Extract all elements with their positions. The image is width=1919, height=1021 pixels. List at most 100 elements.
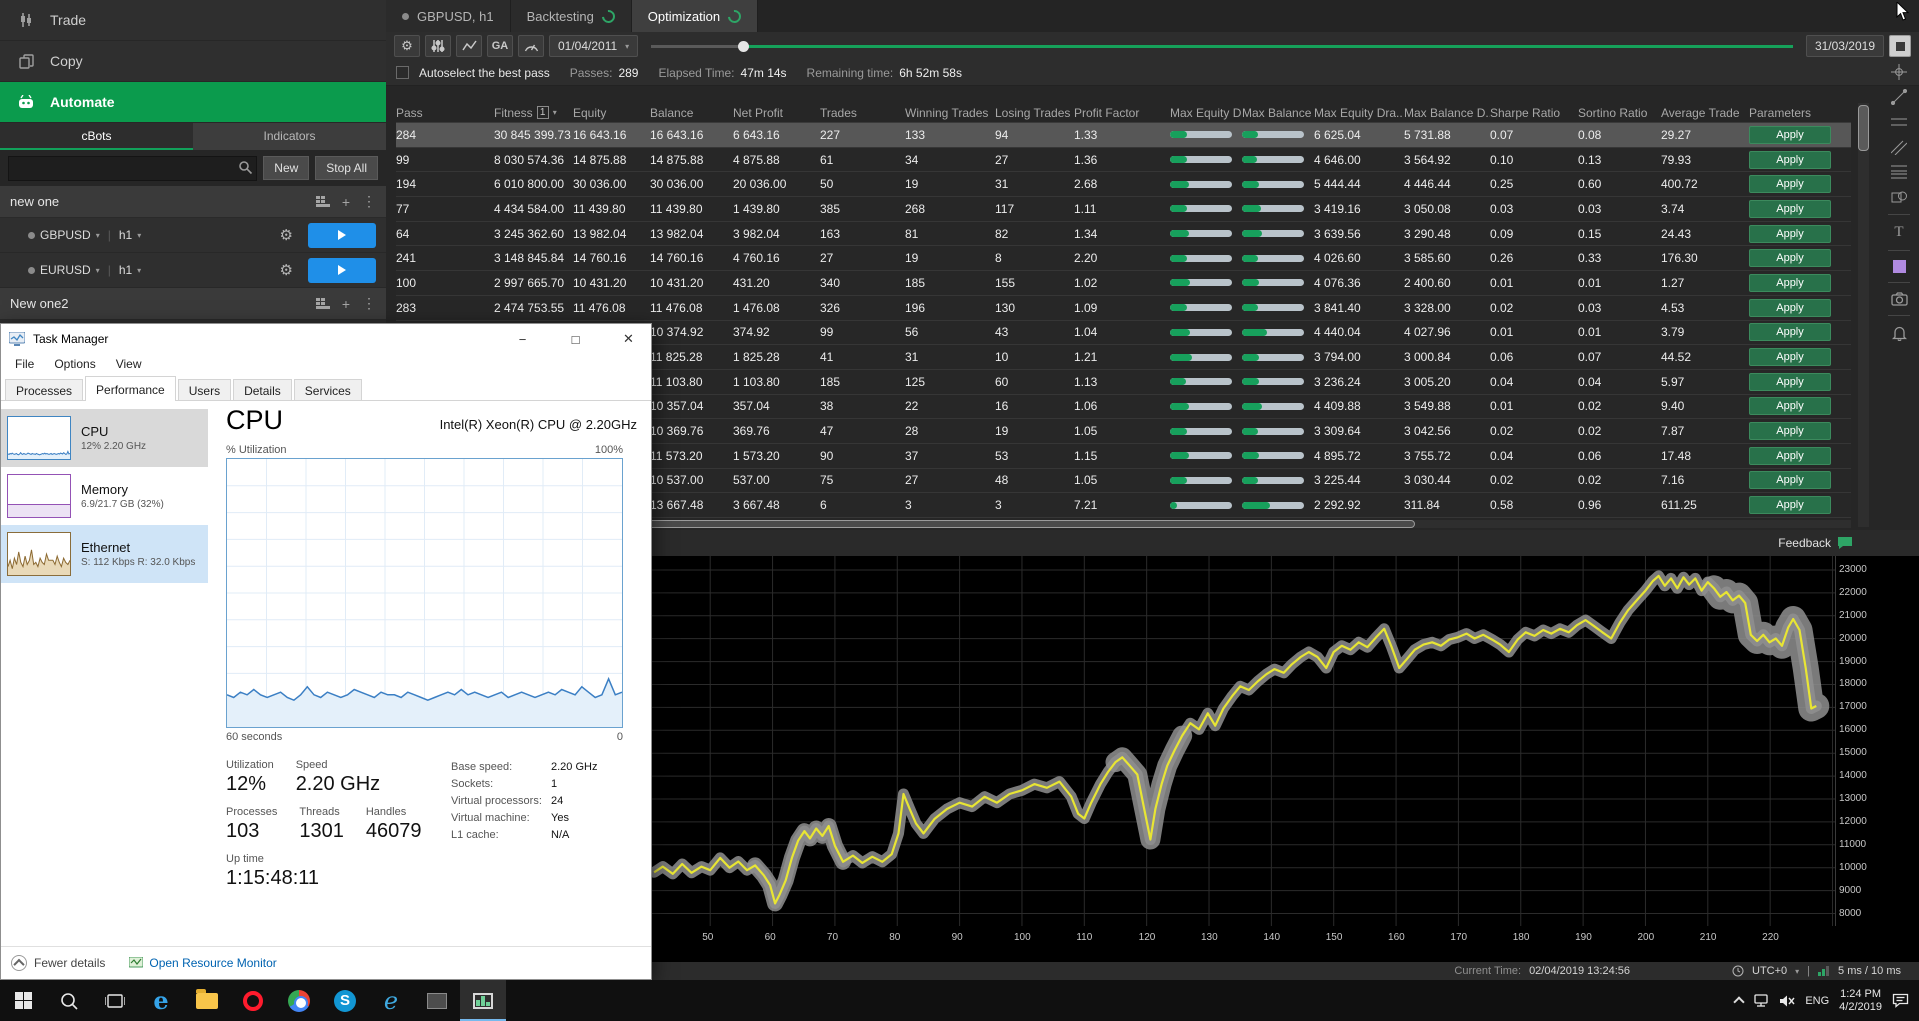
clock[interactable]: 1:24 PM 4/2/2019 [1839,988,1882,1014]
taskbar-app-chrome[interactable] [276,980,322,1021]
more-options-icon[interactable]: ⋮ [362,193,376,210]
menu-file[interactable]: File [7,354,42,376]
add-instance-icon[interactable]: + [342,194,350,210]
bot-instance-eurusd[interactable]: EURUSD ▾ | h1 ▾ ⚙ [0,253,386,288]
grid-view-icon[interactable] [316,298,330,310]
more-options-icon[interactable]: ⋮ [362,295,376,312]
taskbar-app-skype[interactable]: S [322,980,368,1021]
apply-button[interactable]: Apply [1749,447,1831,465]
gear-icon[interactable]: ⚙ [280,226,293,244]
apply-button[interactable]: Apply [1749,175,1831,193]
column-header[interactable]: Balance [650,106,733,120]
tab-processes[interactable]: Processes [5,379,83,400]
apply-button[interactable]: Apply [1749,422,1831,440]
table-row[interactable]: 774 434 584.0011 439.8011 439.801 439.80… [396,197,1851,222]
feedback-button[interactable]: Feedback [1778,536,1853,550]
crosshair-icon[interactable] [1891,64,1907,80]
column-header[interactable]: Equity [573,106,650,120]
color-swatch-icon[interactable] [1893,260,1906,273]
menu-options[interactable]: Options [46,354,103,376]
column-header[interactable]: Max Equity Dra.. [1170,106,1242,120]
horizontal-line-icon[interactable] [1891,114,1907,130]
new-bot-button[interactable]: New [263,156,309,180]
tab-backtesting[interactable]: Backtesting [511,0,632,32]
column-header[interactable]: Net Profit [733,106,820,120]
column-header[interactable]: Max Balance D.. [1242,106,1314,120]
apply-button[interactable]: Apply [1749,397,1831,415]
network-icon[interactable] [1753,994,1769,1008]
bot-instance-gbpusd[interactable]: GBPUSD ▾ | h1 ▾ ⚙ [0,218,386,253]
column-header[interactable]: Average Trade [1661,106,1749,120]
language-indicator[interactable]: ENG [1805,995,1829,1007]
apply-button[interactable]: Apply [1749,373,1831,391]
settings-button[interactable]: ⚙ [394,35,420,57]
taskbar-app-task-manager[interactable] [460,980,506,1021]
stop-all-button[interactable]: Stop All [315,156,378,180]
sidebar-item-cpu[interactable]: CPU12% 2.20 GHz [1,409,208,467]
volume-muted-icon[interactable] [1779,994,1795,1008]
parameters-button[interactable] [425,35,451,57]
fibonacci-icon[interactable] [1891,164,1907,180]
apply-button[interactable]: Apply [1749,496,1831,514]
column-header[interactable]: Sortino Ratio [1578,106,1661,120]
taskbar-app-edge[interactable]: e [138,980,184,1021]
bot-group-header-2[interactable]: New one2 + ⋮ [0,288,386,320]
title-bar[interactable]: Task Manager − □ ✕ [1,324,651,354]
column-header[interactable]: Max Balance D.. [1404,106,1490,120]
trend-line-icon[interactable] [1891,89,1907,105]
column-header[interactable]: Max Equity Dra.. [1314,106,1404,120]
gear-icon[interactable]: ⚙ [280,261,293,279]
tab-services[interactable]: Services [294,379,362,400]
bot-symbol[interactable]: EURUSD [40,263,91,277]
apply-button[interactable]: Apply [1749,225,1831,243]
column-header[interactable]: Pass [396,106,494,120]
apply-button[interactable]: Apply [1749,471,1831,489]
tab-chart-gbpusd-h1[interactable]: GBPUSD, h1 [386,0,511,32]
scrollbar-thumb[interactable] [1858,105,1869,151]
shapes-icon[interactable] [1891,189,1907,205]
search-input[interactable] [8,156,257,181]
taskbar-app-file-explorer[interactable] [184,980,230,1021]
tab-indicators[interactable]: Indicators [193,123,386,150]
table-row[interactable]: 998 030 574.3614 875.8814 875.884 875.88… [396,148,1851,173]
apply-button[interactable]: Apply [1749,274,1831,292]
open-resource-monitor-link[interactable]: Open Resource Monitor [129,956,276,970]
table-row[interactable]: 2832 474 753.5511 476.0811 476.081 476.0… [396,296,1851,321]
column-header[interactable]: Trades [820,106,905,120]
column-header[interactable]: Fitness1▾ [494,106,573,120]
tab-cbots[interactable]: cBots [0,123,193,150]
table-row[interactable]: 1946 010 800.0030 036.0030 036.0020 036.… [396,172,1851,197]
timezone-selector[interactable]: UTC+0 [1752,965,1787,977]
menu-view[interactable]: View [108,354,150,376]
sidebar-item-ethernet[interactable]: EthernetS: 112 Kbps R: 32.0 Kbps [1,525,208,583]
column-header[interactable]: Sharpe Ratio [1490,106,1578,120]
bot-timeframe[interactable]: h1 [119,228,132,242]
add-instance-icon[interactable]: + [342,296,350,312]
table-row[interactable]: 2413 148 845.8414 760.1614 760.164 760.1… [396,246,1851,271]
tab-performance[interactable]: Performance [85,376,176,401]
apply-button[interactable]: Apply [1749,126,1831,144]
start-bot-button[interactable] [308,258,376,283]
bell-icon[interactable] [1892,325,1907,341]
apply-button[interactable]: Apply [1749,348,1831,366]
column-header[interactable]: Parameters [1749,106,1839,120]
vertical-scrollbar[interactable] [1858,103,1869,527]
channel-icon[interactable] [1891,139,1907,155]
action-center-icon[interactable] [1892,993,1909,1008]
genetic-algorithm-button[interactable]: GA [487,35,513,57]
camera-icon[interactable] [1891,292,1908,306]
close-button[interactable]: ✕ [606,324,651,354]
table-row[interactable]: 643 245 362.6013 982.0413 982.043 982.04… [396,222,1851,247]
task-view-button[interactable] [92,980,138,1021]
taskbar-app-console[interactable] [414,980,460,1021]
column-header[interactable]: Profit Factor [1074,106,1170,120]
nav-item-trade[interactable]: Trade [0,0,386,41]
start-button[interactable] [0,980,46,1021]
nav-item-automate[interactable]: Automate [0,82,386,123]
start-bot-button[interactable] [308,223,376,248]
grid-view-icon[interactable] [316,196,330,208]
date-range-slider[interactable] [651,35,1793,57]
apply-button[interactable]: Apply [1749,323,1831,341]
stop-optimization-button[interactable] [1889,35,1911,57]
taskbar-app-opera[interactable] [230,980,276,1021]
